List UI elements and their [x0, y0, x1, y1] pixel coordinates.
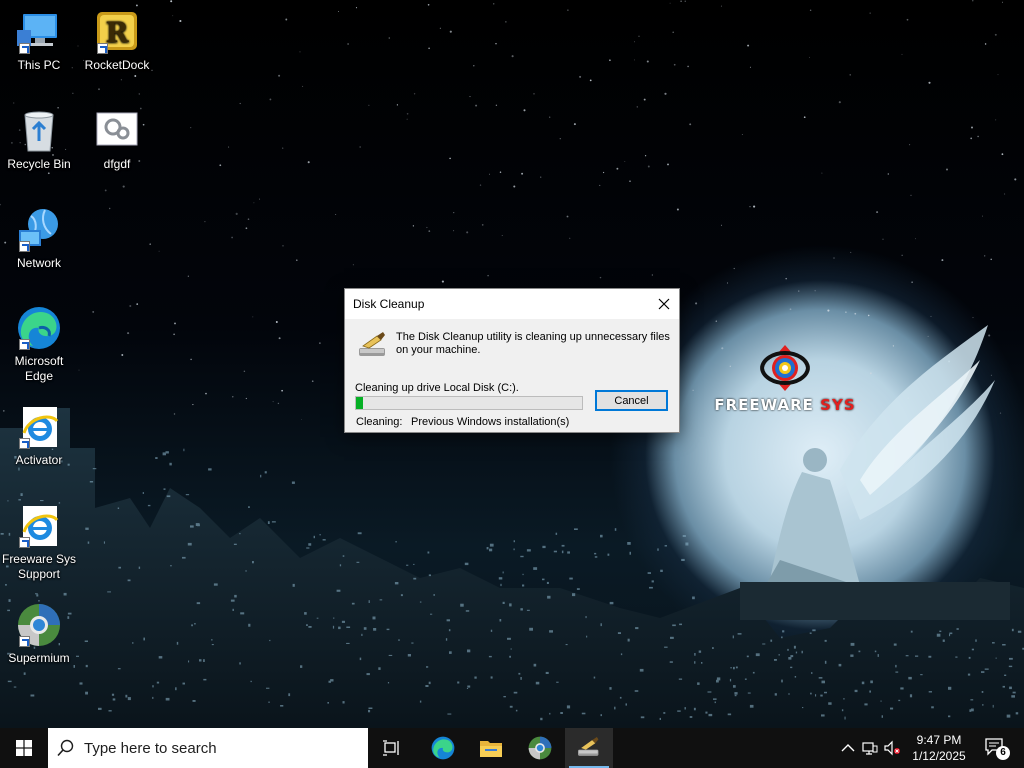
- volume-muted-icon[interactable]: [884, 740, 900, 756]
- desktop-icon-label: Network: [16, 256, 61, 270]
- drive-status: Cleaning up drive Local Disk (C:).: [355, 382, 519, 394]
- network-status-icon[interactable]: [862, 740, 878, 756]
- disk-cleanup-dialog: Disk Cleanup The Disk Cleanup utility is…: [344, 288, 680, 433]
- desktop-icon-label: Microsoft Edge: [14, 354, 64, 383]
- desktop-icon-activator[interactable]: Activator: [0, 403, 78, 468]
- logo-text-freeware: FREEWARE: [714, 396, 814, 414]
- taskbar-supermium-button[interactable]: [516, 728, 564, 768]
- desktop-icon-label: Recycle Bin: [7, 157, 71, 171]
- freeware-sys-logo: FREEWARE SYS: [710, 345, 860, 420]
- action-center-button[interactable]: 6: [984, 736, 1010, 760]
- supermium-icon: [15, 601, 63, 649]
- desktop-icon-freeware-sys-support[interactable]: Freeware Sys Support: [0, 502, 78, 582]
- cleaning-item: Previous Windows installation(s): [411, 416, 570, 428]
- dialog-title: Disk Cleanup: [353, 297, 425, 311]
- taskbar-clock[interactable]: 9:47 PM 1/12/2025: [905, 732, 973, 764]
- desktop-icon-supermium[interactable]: Supermium: [0, 601, 78, 666]
- internet-explorer-icon: [15, 502, 63, 550]
- disk-cleanup-icon: [359, 332, 385, 356]
- task-view-button[interactable]: [372, 728, 412, 768]
- taskbar-disk-cleanup-button[interactable]: [565, 728, 613, 768]
- freeware-sys-emblem-icon: [760, 345, 810, 391]
- dialog-message: The Disk Cleanup utility is cleaning up …: [396, 331, 670, 356]
- start-button[interactable]: [0, 728, 48, 768]
- windows-logo-icon: [16, 740, 32, 756]
- desktop-icon-recycle-bin[interactable]: Recycle Bin: [0, 107, 78, 172]
- taskbar-edge-button[interactable]: [419, 728, 467, 768]
- cleanup-progress-bar: [355, 396, 583, 410]
- desktop-icon-rocketdock[interactable]: R RocketDock: [78, 8, 156, 73]
- search-placeholder: Type here to search: [84, 739, 217, 757]
- desktop-icon-label: Activator: [15, 453, 63, 467]
- desktop-icon-label: Supermium: [8, 651, 70, 665]
- close-icon: [658, 298, 670, 310]
- task-view-icon: [383, 740, 399, 756]
- notification-count-badge: 6: [996, 746, 1010, 760]
- desktop-icon-this-pc[interactable]: This PC: [0, 8, 78, 73]
- desktop-icon-label: This PC: [17, 58, 61, 72]
- rocketdock-icon: R: [93, 8, 141, 56]
- desktop-icon-label: Freeware Sys Support: [1, 552, 77, 581]
- chevron-up-icon[interactable]: [840, 740, 856, 756]
- disk-cleanup-icon: [578, 737, 599, 756]
- file-explorer-icon: [480, 741, 502, 757]
- logo-text-sys: SYS: [820, 396, 856, 414]
- desktop-icon-network[interactable]: Network: [0, 206, 78, 271]
- internet-explorer-icon: [15, 403, 63, 451]
- taskbar-search-box[interactable]: Type here to search: [48, 728, 368, 768]
- desktop-icon-microsoft-edge[interactable]: Microsoft Edge: [0, 304, 78, 384]
- this-pc-icon: [15, 8, 63, 56]
- taskbar-file-explorer-button[interactable]: [467, 728, 515, 768]
- dialog-titlebar[interactable]: Disk Cleanup: [345, 289, 679, 319]
- search-icon: [57, 739, 74, 757]
- desktop-icon-dfgdf[interactable]: dfgdf: [78, 107, 156, 172]
- clock-time: 9:47 PM: [916, 733, 962, 747]
- desktop-icon-label: RocketDock: [84, 58, 150, 72]
- clock-date: 1/12/2025: [912, 749, 966, 763]
- desktop-icon-label: dfgdf: [103, 157, 131, 171]
- svg-text:R: R: [105, 16, 129, 49]
- edge-icon: [15, 304, 63, 352]
- close-button[interactable]: [649, 289, 679, 319]
- settings-file-icon: [93, 107, 141, 155]
- cleaning-label: Cleaning:: [356, 416, 403, 428]
- edge-icon: [431, 736, 455, 760]
- recycle-bin-icon: [15, 107, 63, 155]
- supermium-icon: [528, 736, 552, 760]
- taskbar: Type here to search 9:47 PM 1/12/2025 6: [0, 728, 1024, 768]
- network-icon: [15, 206, 63, 254]
- cancel-button[interactable]: Cancel: [595, 390, 668, 411]
- progress-fill: [356, 397, 363, 409]
